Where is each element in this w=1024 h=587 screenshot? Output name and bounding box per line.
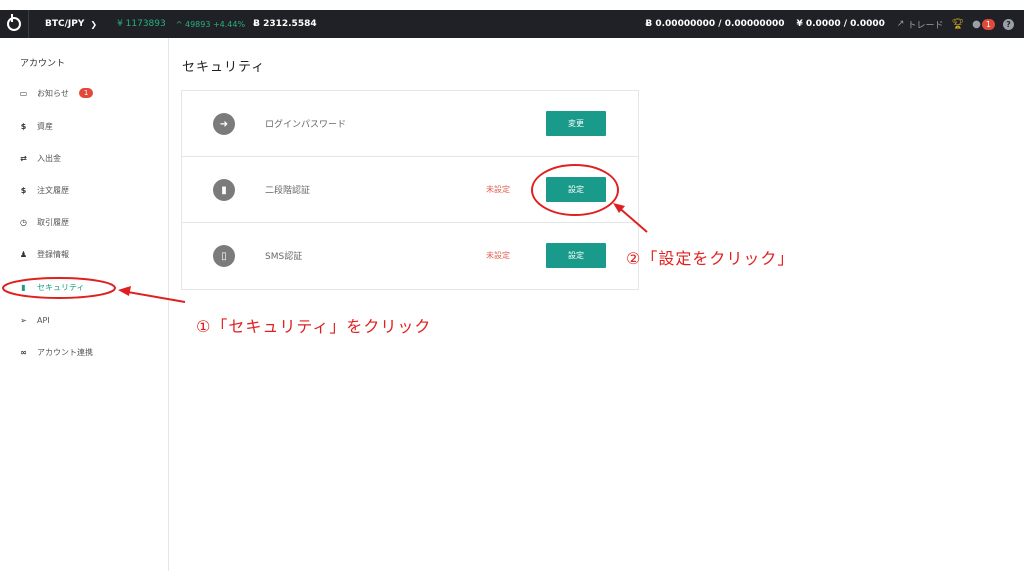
setup-two-factor-button[interactable]: 設定: [546, 177, 606, 202]
row-status: 未設定: [486, 185, 510, 194]
sign-in-icon: ➜: [213, 113, 235, 135]
page-title: セキュリティ: [182, 60, 266, 75]
jpy-balance: ¥ 0.0000 / 0.0000: [796, 19, 885, 29]
user-icon: ♟: [19, 249, 28, 259]
trophy-icon[interactable]: 🏆︎: [951, 19, 964, 30]
security-row-sms: ▯ SMS認証 未設定 設定: [182, 223, 638, 289]
security-row-two-factor: ▮ 二段階認証 未設定 設定: [182, 157, 638, 223]
sidebar-item-label: 登録情報: [37, 249, 69, 259]
link-icon: ∞: [20, 347, 27, 357]
bitbank-logo-icon[interactable]: [0, 10, 28, 38]
annotation-step-1: ①「セキュリティ」をクリック: [196, 317, 432, 336]
sidebar-item-label: アカウント連携: [37, 347, 93, 357]
sidebar-item-registration[interactable]: ♟ 登録情報: [19, 246, 69, 262]
security-row-login-password: ➜ ログインパスワード 変更: [182, 91, 638, 157]
btc-balance: Ƀ 0.00000000 / 0.00000000: [645, 19, 785, 29]
clock-icon: ◷: [20, 217, 27, 227]
trade-label: トレード: [907, 20, 944, 31]
lock-icon: ▮: [21, 282, 26, 292]
sidebar-item-api[interactable]: ➢ API: [19, 312, 50, 328]
help-icon[interactable]: ?: [1003, 18, 1014, 30]
chevron-down-icon: ❯: [90, 19, 98, 29]
mobile-icon: ▯: [213, 245, 235, 267]
sidebar-item-label: API: [37, 315, 50, 325]
notification-count-badge: 1: [78, 88, 94, 98]
user-icon[interactable]: ●: [972, 19, 981, 30]
sidebar-title: アカウント: [20, 59, 66, 69]
sidebar-item-notifications[interactable]: ▭ お知らせ 1: [19, 85, 94, 101]
annotation-step-2: ②「設定をクリック」: [626, 249, 795, 268]
trade-link[interactable]: ↗ トレード: [897, 18, 944, 31]
sidebar-item-account-link[interactable]: ∞ アカウント連携: [19, 344, 93, 360]
pair-selector[interactable]: BTC/JPY ❯: [29, 19, 107, 29]
inbox-icon: ▭: [19, 88, 28, 98]
sidebar: アカウント ▭ お知らせ 1 $ 資産 ⇄ 入出金 $ 注文履歴 ◷ 取引履歴 …: [0, 38, 169, 571]
sidebar-item-assets[interactable]: $ 資産: [19, 118, 53, 134]
change-password-button[interactable]: 変更: [546, 111, 606, 136]
top-navigation-bar: BTC/JPY ❯ ¥ 1173893 ^ 49893 +4.44% Ƀ 231…: [0, 10, 1024, 38]
sidebar-item-security[interactable]: ▮ セキュリティ: [19, 279, 85, 295]
price-change: ^ 49893 +4.44%: [175, 19, 246, 29]
row-status: 未設定: [486, 251, 510, 260]
row-label: SMS認証: [265, 252, 303, 262]
last-price: ¥ 1173893: [117, 19, 166, 29]
paper-plane-icon: ➢: [20, 315, 27, 325]
security-settings-panel: ➜ ログインパスワード 変更 ▮ 二段階認証 未設定 設定 ▯ SMS認証 未設…: [181, 90, 639, 290]
sidebar-item-label: お知らせ: [37, 88, 69, 98]
sidebar-item-order-history[interactable]: $ 注文履歴: [19, 182, 69, 198]
dollar-icon: $: [20, 185, 27, 195]
row-label: ログインパスワード: [265, 120, 347, 130]
sidebar-item-label: 入出金: [37, 153, 61, 163]
setup-sms-button[interactable]: 設定: [546, 243, 606, 268]
sidebar-item-label: セキュリティ: [37, 282, 85, 292]
pair-label: BTC/JPY: [45, 19, 85, 29]
sidebar-item-label: 取引履歴: [37, 217, 69, 227]
volume: Ƀ 2312.5584: [253, 19, 317, 29]
notification-badge[interactable]: 1: [981, 18, 995, 30]
trend-icon: ↗: [896, 19, 905, 29]
sidebar-item-deposit-withdraw[interactable]: ⇄ 入出金: [19, 150, 61, 166]
sidebar-item-trade-history[interactable]: ◷ 取引履歴: [19, 214, 69, 230]
dollar-icon: $: [20, 121, 27, 131]
row-label: 二段階認証: [265, 186, 311, 196]
transfer-icon: ⇄: [20, 153, 27, 163]
sidebar-item-label: 資産: [37, 121, 53, 131]
sidebar-item-label: 注文履歴: [37, 185, 69, 195]
lock-icon: ▮: [213, 179, 235, 201]
